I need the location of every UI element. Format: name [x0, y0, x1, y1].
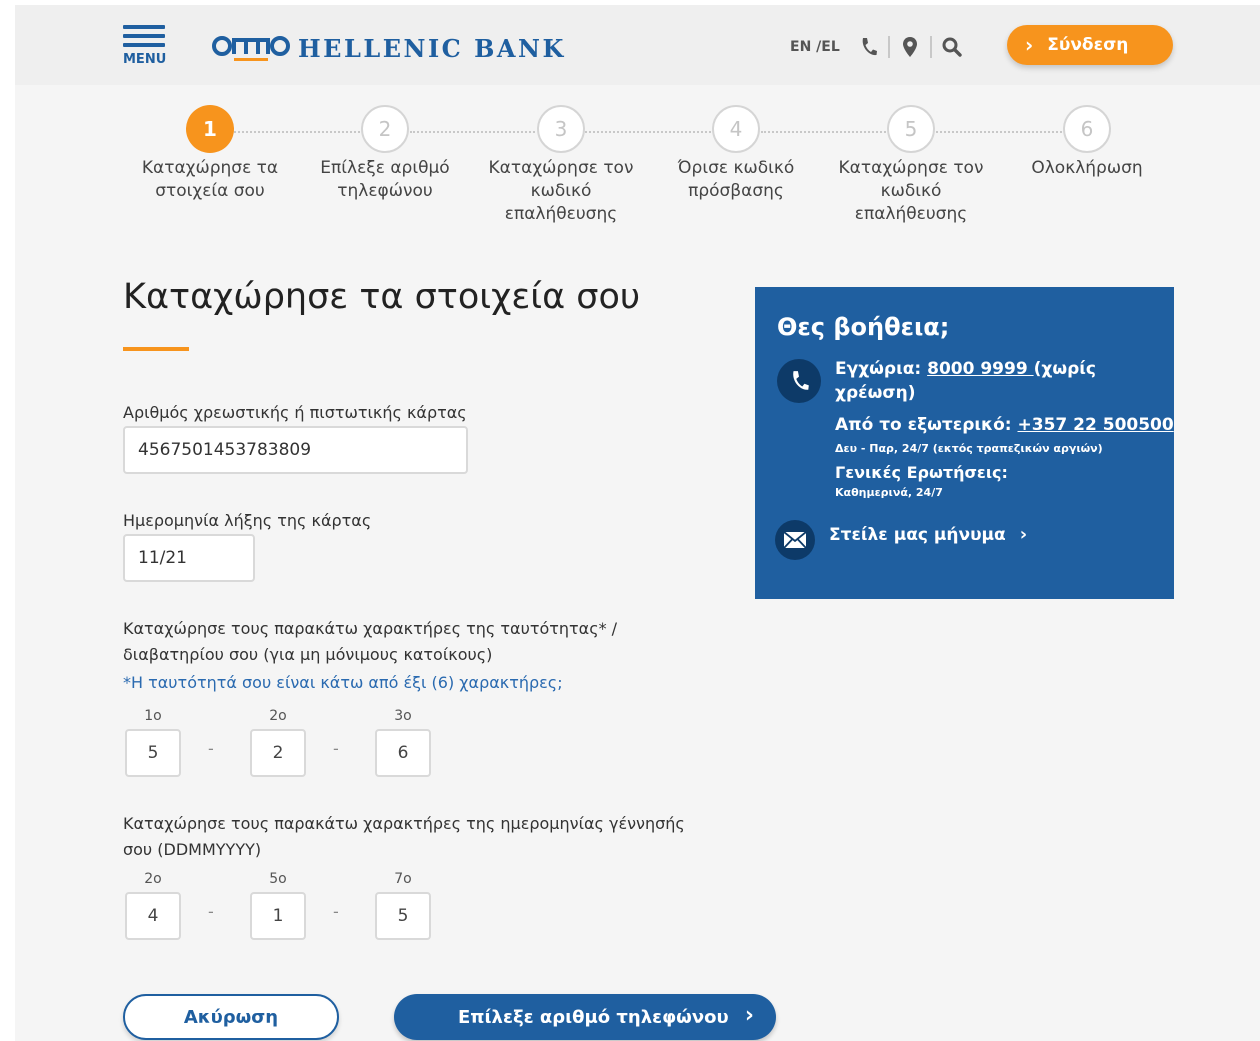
menu-label: MENU	[123, 52, 167, 67]
dob-chars-label-line1: Καταχώρησε τους παρακάτω χαρακτήρες της …	[123, 814, 685, 833]
id-chars-label-line2: διαβατηρίου σου (για μη μόνιμους κατοίκο…	[123, 645, 493, 664]
separator: -	[208, 739, 214, 758]
id-char-input[interactable]: 2	[250, 729, 306, 777]
header-utilities: EN /EL	[790, 35, 962, 59]
chevron-right-icon: ›	[1025, 33, 1034, 57]
id-chars-label-line1: Καταχώρησε τους παρακάτω χαρακτήρες της …	[123, 619, 618, 638]
login-label: Σύνδεση	[1047, 35, 1129, 55]
next-step-button[interactable]: Επίλεξε αριθμό τηλεφώνου ›	[394, 994, 776, 1040]
step-label: Καταχώρησε τον κωδικό επαλήθευσης	[488, 158, 634, 224]
id-char-label: 2ο	[269, 708, 287, 724]
id-char-label: 3ο	[394, 708, 412, 724]
dob-char-input[interactable]: 4	[125, 892, 181, 940]
send-message-link[interactable]: Στείλε μας μήνυμα ›	[829, 524, 1027, 545]
dob-char-input[interactable]: 1	[250, 892, 306, 940]
dob-chars-label-line2: σου (DDMMYYYY)	[123, 840, 262, 859]
local-phone-link[interactable]: 8000 9999	[927, 359, 1033, 379]
step-label: Όρισε κωδικό πρόσβασης	[677, 158, 795, 201]
envelope-icon[interactable]	[775, 520, 815, 560]
step-label: Ολοκλήρωση	[1031, 158, 1143, 178]
step-3: 3 Καταχώρησε τον κωδικό επαλήθευσης	[471, 105, 651, 226]
chevron-right-icon: ›	[744, 1003, 754, 1028]
dob-char-input[interactable]: 5	[375, 892, 431, 940]
menu-button[interactable]: MENU	[123, 25, 169, 67]
send-message-label: Στείλε μας μήνυμα	[829, 525, 1006, 545]
logo-text: HELLENIC BANK	[298, 34, 566, 63]
chevron-right-icon: ›	[1019, 524, 1028, 545]
step-5: 5 Καταχώρησε τον κωδικό επαλήθευσης	[821, 105, 1001, 226]
expiry-date-input[interactable]: 11/21	[123, 534, 255, 582]
language-switch[interactable]: EN /EL	[790, 39, 840, 55]
step-label: Καταχώρησε τον κωδικό επαλήθευσης	[838, 158, 984, 224]
separator: -	[333, 902, 339, 921]
dob-char-label: 2ο	[144, 871, 162, 887]
local-phone-prefix: Εγχώρια:	[835, 359, 928, 379]
card-number-label: Αριθμός χρεωστικής ή πιστωτικής κάρτας	[123, 403, 467, 422]
logo-meander-icon	[212, 36, 290, 61]
id-char-label: 1ο	[144, 708, 162, 724]
separator: -	[208, 902, 214, 921]
login-button[interactable]: › Σύνδεση	[1007, 25, 1173, 65]
short-id-help-link[interactable]: *Η ταυτότητά σου είναι κάτω από έξι (6) …	[123, 673, 563, 692]
divider	[929, 36, 932, 58]
page: MENU HELLENIC BANK EN /EL › Σύνδεση 1 Κα…	[15, 5, 1260, 1041]
step-label: Καταχώρησε τα στοιχεία σου	[141, 158, 279, 201]
top-header: MENU HELLENIC BANK EN /EL › Σύνδεση	[15, 5, 1260, 85]
dob-char-label: 7ο	[394, 871, 412, 887]
abroad-phone-prefix: Από το εξωτερικό:	[835, 415, 1018, 435]
phone-icon[interactable]	[858, 36, 878, 58]
step-1: 1 Καταχώρησε τα στοιχεία σου	[120, 105, 300, 203]
step-4: 4 Όρισε κωδικό πρόσβασης	[646, 105, 826, 203]
separator: -	[333, 739, 339, 758]
next-step-label: Επίλεξε αριθμό τηλεφώνου	[458, 1006, 729, 1028]
step-number: 1	[186, 105, 234, 153]
title-underline	[123, 347, 189, 351]
hamburger-icon-bar	[123, 34, 165, 38]
id-char-input[interactable]: 5	[125, 729, 181, 777]
dob-char-label: 5ο	[269, 871, 287, 887]
search-icon[interactable]	[942, 36, 962, 58]
abroad-hours: Δευ - Παρ, 24/7 (εκτός τραπεζικών αργιών…	[835, 442, 1103, 455]
hamburger-icon	[123, 25, 165, 29]
local-phone-info: Εγχώρια: 8000 9999 (χωρίς χρέωση)	[835, 357, 1155, 405]
divider	[887, 36, 890, 58]
location-pin-icon[interactable]	[900, 36, 920, 58]
step-6: 6 Ολοκλήρωση	[997, 105, 1177, 180]
abroad-phone-info: Από το εξωτερικό: +357 22 500500	[835, 415, 1174, 435]
phone-icon	[777, 359, 821, 403]
step-number: 3	[537, 105, 585, 153]
expiry-date-label: Ημερομηνία λήξης της κάρτας	[123, 511, 372, 530]
abroad-phone-link[interactable]: +357 22 500500	[1018, 415, 1174, 435]
step-number: 4	[712, 105, 760, 153]
general-questions-label: Γενικές Ερωτήσεις:	[835, 463, 1008, 482]
step-number: 6	[1063, 105, 1111, 153]
step-number: 5	[887, 105, 935, 153]
step-label: Επίλεξε αριθμό τηλεφώνου	[320, 158, 450, 201]
general-hours: Καθημερινά, 24/7	[835, 486, 943, 499]
step-number: 2	[361, 105, 409, 153]
help-title: Θες βοήθεια;	[777, 313, 950, 341]
id-char-input[interactable]: 6	[375, 729, 431, 777]
hamburger-icon-bar	[123, 43, 165, 47]
cancel-button[interactable]: Ακύρωση	[123, 994, 339, 1040]
help-panel: Θες βοήθεια; Εγχώρια: 8000 9999 (χωρίς χ…	[755, 287, 1174, 599]
page-title: Καταχώρησε τα στοιχεία σου	[123, 277, 641, 317]
step-2: 2 Επίλεξε αριθμό τηλεφώνου	[295, 105, 475, 203]
progress-stepper: 1 Καταχώρησε τα στοιχεία σου 2 Επίλεξε α…	[15, 105, 1260, 245]
card-number-input[interactable]: 4567501453783809	[123, 426, 468, 474]
